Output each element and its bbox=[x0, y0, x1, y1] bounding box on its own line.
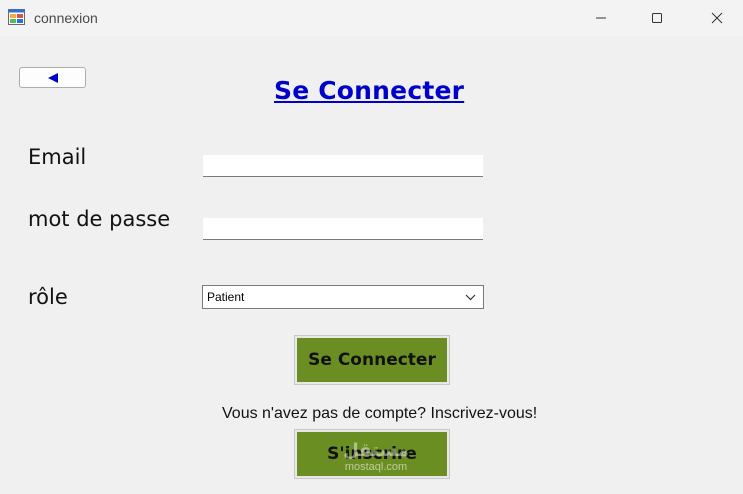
signup-prompt: Vous n'avez pas de compte? Inscrivez-vou… bbox=[222, 405, 538, 422]
role-dropdown[interactable]: Patient bbox=[202, 285, 484, 309]
password-field[interactable] bbox=[203, 218, 483, 240]
window-title: connexion bbox=[34, 10, 98, 26]
page-title: Se Connecter bbox=[274, 76, 465, 105]
password-label: mot de passe bbox=[28, 207, 171, 231]
maximize-button[interactable] bbox=[634, 0, 680, 36]
app-icon bbox=[8, 9, 25, 25]
email-label: Email bbox=[28, 145, 87, 169]
close-button[interactable] bbox=[694, 0, 740, 36]
maximize-icon bbox=[652, 13, 662, 23]
email-field[interactable] bbox=[203, 155, 483, 177]
chevron-down-icon bbox=[465, 294, 476, 300]
back-button[interactable] bbox=[19, 67, 86, 88]
login-window: connexion Se Connecter Email mot de pass… bbox=[0, 0, 743, 494]
role-label: rôle bbox=[28, 285, 68, 309]
role-selected-value: Patient bbox=[207, 290, 245, 304]
title-bar: connexion bbox=[0, 0, 743, 36]
minimize-icon bbox=[596, 17, 606, 19]
minimize-button[interactable] bbox=[578, 0, 624, 36]
close-icon bbox=[711, 12, 723, 24]
back-arrow-icon bbox=[47, 72, 58, 83]
connect-button[interactable]: Se Connecter bbox=[294, 335, 450, 385]
register-button[interactable]: S'inscrire bbox=[294, 429, 450, 479]
